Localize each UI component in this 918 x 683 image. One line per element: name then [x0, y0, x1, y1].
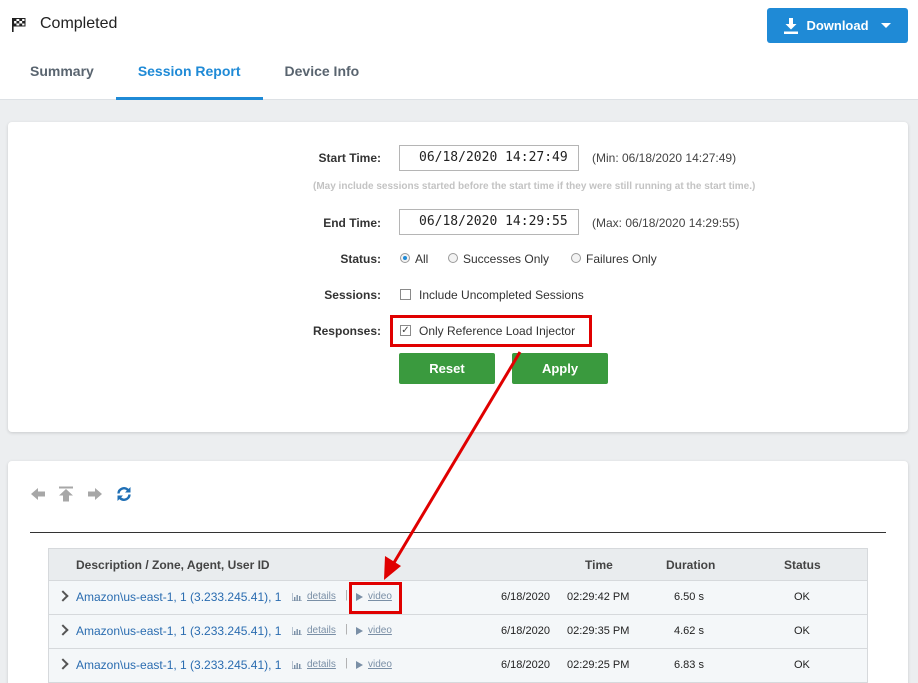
- sessions-label: Sessions:: [324, 288, 381, 302]
- uncompleted-sessions-label[interactable]: Include Uncompleted Sessions: [419, 288, 584, 302]
- row-time: 02:29:42 PM: [567, 591, 630, 603]
- table-row[interactable]: Amazon\us-east-1, 1 (3.233.245.41), 1 de…: [48, 649, 868, 683]
- download-icon: [784, 17, 799, 34]
- tab-session-report[interactable]: Session Report: [115, 52, 263, 100]
- link-divider: |: [345, 657, 348, 669]
- tab-bar: Summary Session Report Device Info: [8, 52, 381, 100]
- row-description[interactable]: Amazon\us-east-1, 1 (3.233.245.41), 1: [76, 590, 281, 604]
- tab-device-info[interactable]: Device Info: [263, 52, 382, 100]
- top-bar: Completed Download Summary Session Repor…: [0, 0, 918, 100]
- flag-icon: [12, 18, 26, 32]
- responses-label: Responses:: [312, 324, 381, 338]
- status-successes-radio[interactable]: [448, 253, 458, 263]
- status-failures-label[interactable]: Failures Only: [586, 252, 657, 266]
- table-row[interactable]: Amazon\us-east-1, 1 (3.233.245.41), 1 de…: [48, 615, 868, 649]
- link-divider: |: [345, 589, 348, 601]
- annotation-highlight-box: [390, 315, 592, 347]
- chart-icon: [292, 661, 302, 669]
- row-status: OK: [794, 591, 810, 603]
- column-status[interactable]: Status: [784, 558, 821, 572]
- arrow-right-icon[interactable]: [87, 486, 103, 502]
- chart-icon: [292, 593, 302, 601]
- end-time-max: (Max: 06/18/2020 14:29:55): [592, 216, 740, 230]
- row-status: OK: [794, 659, 810, 671]
- chevron-right-icon[interactable]: [57, 658, 69, 670]
- download-label: Download: [806, 18, 869, 33]
- arrow-left-icon[interactable]: [30, 486, 46, 502]
- end-time-label: End Time:: [323, 216, 381, 230]
- apply-button[interactable]: Apply: [512, 353, 608, 384]
- row-date: 6/18/2020: [501, 591, 550, 603]
- start-time-label: Start Time:: [318, 151, 381, 165]
- start-time-note: (May include sessions started before the…: [313, 181, 756, 192]
- column-time[interactable]: Time: [585, 558, 613, 572]
- details-link[interactable]: details: [307, 659, 336, 670]
- uncompleted-sessions-checkbox[interactable]: [400, 289, 411, 300]
- row-time: 02:29:25 PM: [567, 659, 630, 671]
- video-link[interactable]: video: [368, 659, 392, 670]
- caret-down-icon: [880, 23, 891, 28]
- table-row[interactable]: Amazon\us-east-1, 1 (3.233.245.41), 1 de…: [48, 581, 868, 615]
- toolbar-divider: [30, 532, 886, 533]
- chevron-right-icon[interactable]: [57, 624, 69, 636]
- row-description[interactable]: Amazon\us-east-1, 1 (3.233.245.41), 1: [76, 658, 281, 672]
- chevron-right-icon[interactable]: [57, 590, 69, 602]
- status-failures-radio[interactable]: [571, 253, 581, 263]
- start-time-input[interactable]: 06/18/2020 14:27:49: [399, 145, 579, 171]
- download-button[interactable]: Download: [767, 8, 908, 43]
- annotation-video-box: [349, 582, 402, 614]
- column-description[interactable]: Description / Zone, Agent, User ID: [76, 558, 270, 572]
- start-time-min: (Min: 06/18/2020 14:27:49): [592, 151, 737, 165]
- row-time: 02:29:35 PM: [567, 625, 630, 637]
- status-label: Status:: [340, 252, 381, 266]
- row-status: OK: [794, 625, 810, 637]
- page-title: Completed: [40, 15, 118, 32]
- row-date: 6/18/2020: [501, 625, 550, 637]
- row-description[interactable]: Amazon\us-east-1, 1 (3.233.245.41), 1: [76, 624, 281, 638]
- status-successes-label[interactable]: Successes Only: [463, 252, 549, 266]
- arrow-top-icon[interactable]: [58, 486, 74, 502]
- play-icon: [356, 661, 363, 669]
- play-icon: [356, 627, 363, 635]
- status-all-radio[interactable]: [400, 253, 410, 263]
- column-duration[interactable]: Duration: [666, 558, 715, 572]
- details-link[interactable]: details: [307, 591, 336, 602]
- chart-icon: [292, 627, 302, 635]
- end-time-input[interactable]: 06/18/2020 14:29:55: [399, 209, 579, 235]
- refresh-icon[interactable]: [116, 486, 132, 502]
- row-duration: 6.50 s: [674, 591, 704, 603]
- table-header: Description / Zone, Agent, User ID Time …: [48, 548, 868, 581]
- row-duration: 4.62 s: [674, 625, 704, 637]
- tab-summary[interactable]: Summary: [8, 52, 116, 100]
- details-link[interactable]: details: [307, 625, 336, 636]
- row-duration: 6.83 s: [674, 659, 704, 671]
- reset-button[interactable]: Reset: [399, 353, 495, 384]
- row-date: 6/18/2020: [501, 659, 550, 671]
- status-all-label[interactable]: All: [415, 252, 428, 266]
- link-divider: |: [345, 623, 348, 635]
- video-link[interactable]: video: [368, 625, 392, 636]
